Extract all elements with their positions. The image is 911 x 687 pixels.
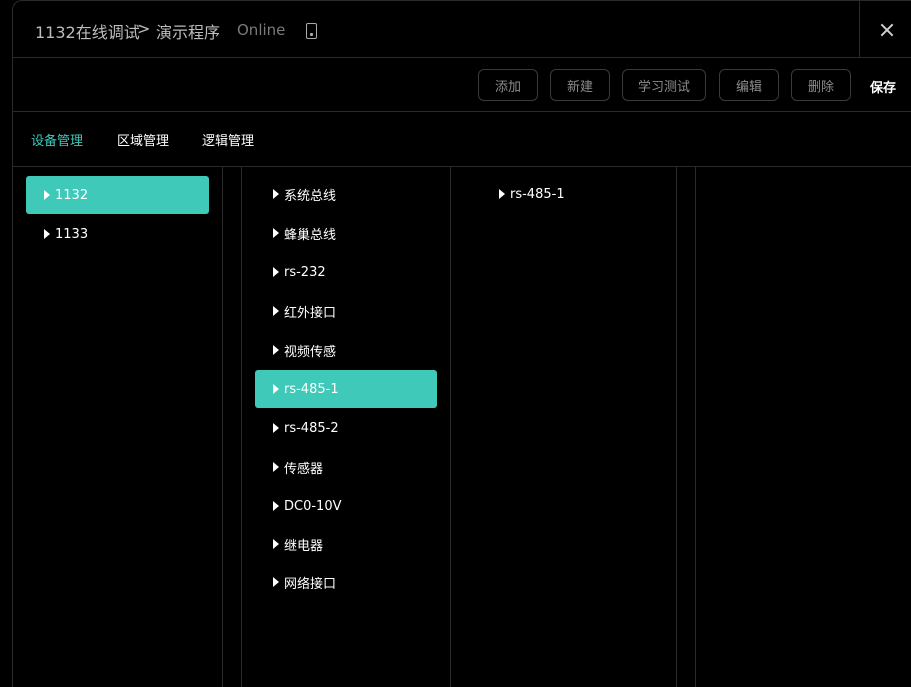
interface-item[interactable]: DC0-10V (255, 487, 437, 525)
interface-item-label: DC0-10V (284, 498, 342, 514)
interface-item-label: 视频传感 (284, 344, 337, 360)
sub-item-list: rs-485-1 (468, 166, 677, 687)
sub-item[interactable]: rs-485-1 (481, 175, 663, 213)
caret-right-icon (273, 462, 279, 472)
breadcrumb-root[interactable]: 1132在线调试 (35, 19, 140, 43)
breadcrumb-separator: > (137, 19, 151, 38)
interface-item-label: 网络接口 (284, 576, 337, 592)
new-button[interactable]: 新建 (550, 69, 610, 101)
interface-list: 系统总线 蜂巢总线 rs-232 红外接口 视频传感 rs-485-1 rs-4… (241, 166, 451, 687)
phone-icon[interactable] (306, 23, 317, 39)
device-list: 1132 1133 (13, 166, 223, 687)
caret-right-icon (273, 306, 279, 316)
device-item-label: 1133 (55, 226, 89, 242)
device-item-label: 1132 (55, 187, 89, 203)
tab-bar: 设备管理 区域管理 逻辑管理 (13, 111, 911, 167)
tab-logic-management[interactable]: 逻辑管理 (202, 130, 254, 149)
close-button[interactable] (859, 1, 911, 57)
caret-right-icon (273, 577, 279, 587)
caret-right-icon (44, 229, 50, 239)
interface-item[interactable]: 传感器 (255, 448, 437, 486)
caret-right-icon (273, 384, 279, 394)
sub-item-label: rs-485-1 (510, 186, 565, 202)
caret-right-icon (273, 189, 279, 199)
interface-item[interactable]: 视频传感 (255, 331, 437, 369)
interface-item[interactable]: rs-232 (255, 253, 437, 291)
close-icon (880, 23, 893, 36)
detail-panel (695, 166, 911, 687)
edit-button[interactable]: 编辑 (719, 69, 779, 101)
caret-right-icon (273, 228, 279, 238)
connection-status: Online (237, 21, 286, 39)
caret-right-icon (273, 539, 279, 549)
interface-item[interactable]: 系统总线 (255, 175, 437, 213)
delete-button[interactable]: 删除 (791, 69, 851, 101)
title-bar: 1132在线调试 > 演示程序 Online (13, 1, 911, 58)
device-item-1133[interactable]: 1133 (26, 215, 209, 253)
interface-item[interactable]: 蜂巢总线 (255, 214, 437, 252)
interface-item[interactable]: 网络接口 (255, 563, 437, 601)
caret-right-icon (273, 501, 279, 511)
tab-area-management[interactable]: 区域管理 (117, 130, 169, 149)
learn-test-button[interactable]: 学习测试 (622, 69, 706, 101)
caret-right-icon (273, 267, 279, 277)
interface-item-label: rs-485-1 (284, 381, 339, 397)
breadcrumb-current: 演示程序 (156, 23, 221, 42)
interface-item-label: rs-232 (284, 264, 326, 280)
interface-item-label: 系统总线 (284, 188, 337, 204)
caret-right-icon (499, 189, 505, 199)
interface-item-selected[interactable]: rs-485-1 (255, 370, 437, 408)
interface-item-label: 蜂巢总线 (284, 227, 337, 243)
save-button[interactable]: 保存 (870, 77, 896, 96)
caret-right-icon (273, 345, 279, 355)
interface-item[interactable]: rs-485-2 (255, 409, 437, 447)
add-button[interactable]: 添加 (478, 69, 538, 101)
app-window: 1132在线调试 > 演示程序 Online 添加 新建 学习测试 编辑 删除 … (12, 0, 911, 687)
interface-item-label: 红外接口 (284, 305, 337, 321)
interface-item-label: 传感器 (284, 461, 324, 477)
caret-right-icon (273, 423, 279, 433)
device-item-1132[interactable]: 1132 (26, 176, 209, 214)
interface-item-label: rs-485-2 (284, 420, 339, 436)
interface-item[interactable]: 继电器 (255, 525, 437, 563)
toolbar: 添加 新建 学习测试 编辑 删除 保存 (13, 57, 911, 112)
caret-right-icon (44, 190, 50, 200)
tab-device-management[interactable]: 设备管理 (31, 130, 83, 149)
interface-item[interactable]: 红外接口 (255, 292, 437, 330)
interface-item-label: 继电器 (284, 538, 324, 554)
